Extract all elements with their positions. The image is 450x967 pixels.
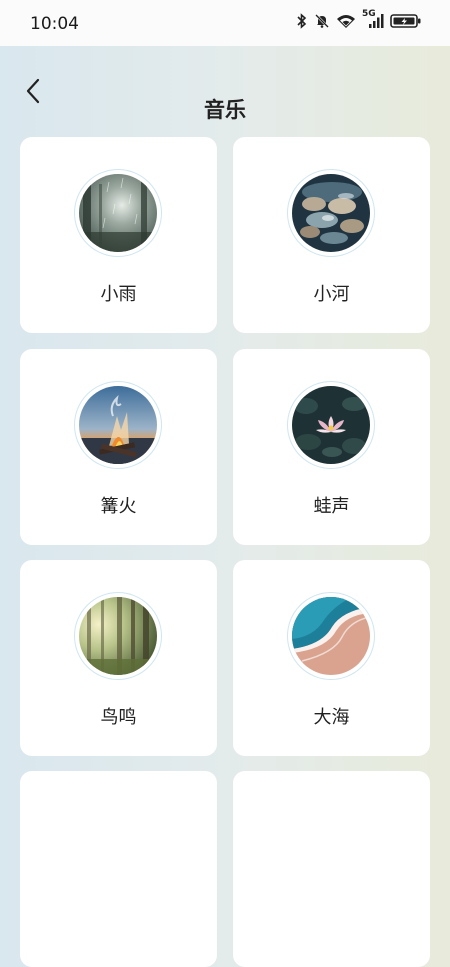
bell-muted-icon bbox=[314, 13, 330, 29]
sound-card-partial-right[interactable] bbox=[233, 771, 430, 967]
sound-thumbnail bbox=[287, 169, 375, 257]
sunlit-forest-image bbox=[79, 597, 157, 675]
network-label: 5G bbox=[362, 9, 376, 19]
sound-card-ocean[interactable]: 大海 bbox=[233, 560, 430, 756]
status-bar: 10:04 5G bbox=[0, 0, 450, 46]
sound-card-rain[interactable]: 小雨 bbox=[20, 137, 217, 333]
lotus-pond-image bbox=[292, 386, 370, 464]
campfire-image bbox=[79, 386, 157, 464]
river-stones-image bbox=[292, 174, 370, 252]
sound-label: 小雨 bbox=[100, 284, 137, 305]
sound-card-river[interactable]: 小河 bbox=[233, 137, 430, 333]
sound-label: 大海 bbox=[313, 707, 350, 728]
bluetooth-icon bbox=[296, 13, 308, 29]
sound-thumbnail bbox=[74, 381, 162, 469]
status-icons: 5G bbox=[296, 9, 422, 29]
status-time: 10:04 bbox=[30, 14, 79, 34]
page-title: 音乐 bbox=[204, 98, 246, 122]
wifi-icon bbox=[336, 13, 356, 29]
sound-label: 篝火 bbox=[100, 496, 137, 517]
rain-forest-image bbox=[79, 174, 157, 252]
sound-card-birds[interactable]: 鸟鸣 bbox=[20, 560, 217, 756]
battery-charging-icon bbox=[390, 13, 422, 29]
signal-icon: 5G bbox=[362, 9, 384, 29]
sound-thumbnail bbox=[287, 592, 375, 680]
sound-card-campfire[interactable]: 篝火 bbox=[20, 349, 217, 545]
sound-card-partial-left[interactable] bbox=[20, 771, 217, 967]
sound-card-frogs[interactable]: 蛙声 bbox=[233, 349, 430, 545]
sound-thumbnail bbox=[74, 592, 162, 680]
sound-thumbnail bbox=[74, 169, 162, 257]
sound-label: 蛙声 bbox=[313, 496, 350, 517]
sound-label: 小河 bbox=[313, 284, 350, 305]
ocean-shore-image bbox=[292, 597, 370, 675]
sound-label: 鸟鸣 bbox=[100, 707, 137, 728]
sound-thumbnail bbox=[287, 381, 375, 469]
